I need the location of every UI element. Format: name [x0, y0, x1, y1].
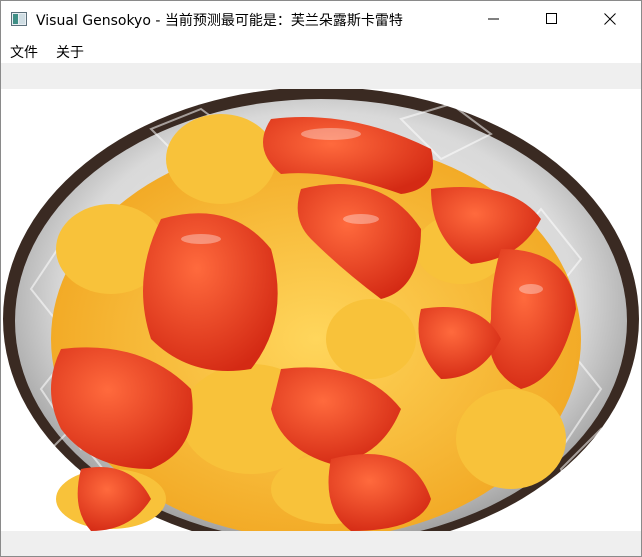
image-viewer: [1, 89, 641, 531]
maximize-icon: [546, 13, 557, 24]
food-photo: [3, 89, 639, 531]
window-title: Visual Gensokyo - 当前预测最可能是：芙兰朵露斯卡雷特: [36, 13, 403, 29]
status-bar: [1, 531, 641, 556]
minimize-button[interactable]: [471, 1, 517, 37]
menu-about[interactable]: 关于: [55, 42, 85, 62]
maximize-button[interactable]: [529, 1, 575, 37]
toolbar-strip: [1, 63, 641, 89]
menu-bar: 文件 关于: [1, 37, 641, 63]
close-button[interactable]: [587, 1, 633, 37]
menu-file[interactable]: 文件: [9, 42, 39, 62]
close-icon: [604, 13, 616, 25]
minimize-icon: [488, 18, 499, 20]
app-icon: [11, 12, 27, 26]
title-bar[interactable]: Visual Gensokyo - 当前预测最可能是：芙兰朵露斯卡雷特: [1, 1, 641, 37]
app-window: Visual Gensokyo - 当前预测最可能是：芙兰朵露斯卡雷特 文件 关…: [0, 0, 642, 557]
